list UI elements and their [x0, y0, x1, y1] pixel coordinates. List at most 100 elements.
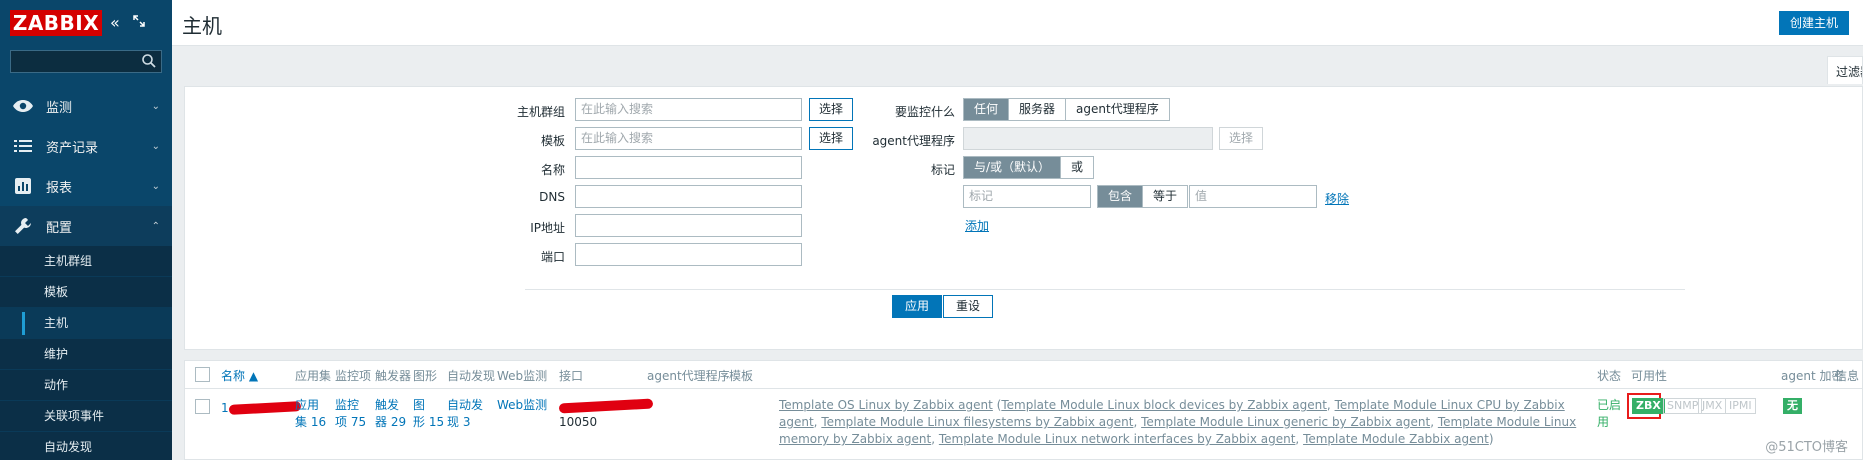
col-applications: 应用集	[295, 369, 332, 383]
col-discovery: 自动发现	[447, 369, 496, 383]
ip-input[interactable]	[575, 214, 802, 237]
monitored-by-any[interactable]: 任何	[964, 99, 1010, 120]
col-templates: 模板	[729, 369, 754, 383]
tag-logic-or[interactable]: 或	[1061, 157, 1094, 178]
web-link[interactable]: Web监测	[497, 397, 547, 414]
discovery-line2: 现 3	[447, 415, 471, 429]
tag-operator-contains[interactable]: 包含	[1098, 186, 1144, 207]
select-all-checkbox[interactable]	[195, 367, 210, 382]
template-link[interactable]: Template Module Linux network interfaces…	[939, 432, 1296, 446]
apps-line2: 集 16	[295, 415, 327, 429]
dns-input[interactable]	[575, 185, 802, 208]
menu-label: 资产记录	[46, 140, 99, 156]
dns-label: DNS	[539, 190, 565, 204]
eye-icon	[12, 97, 34, 115]
items-line2: 项 75	[335, 415, 367, 429]
logo-row: ZABBIX «	[0, 0, 172, 48]
tag-logic-and-or[interactable]: 与/或（默认）	[964, 157, 1062, 178]
template-link[interactable]: Template Module Linux generic by Zabbix …	[1141, 415, 1430, 429]
create-host-button[interactable]: 创建主机	[1778, 11, 1849, 35]
template-link[interactable]: Template Module Linux block devices by Z…	[1001, 398, 1327, 412]
tag-operator-toggle: 包含 等于	[1097, 185, 1189, 208]
header-divider	[185, 388, 1862, 389]
availability-snmp-badge: SNMP	[1663, 398, 1703, 414]
submenu-host-groups[interactable]: 主机群组	[0, 246, 172, 277]
triggers-line1: 触发	[375, 398, 400, 412]
chevron-down-icon: ⌄	[151, 100, 160, 112]
menu-item-configuration[interactable]: 配置 ⌃	[0, 206, 172, 246]
status-enabled[interactable]: 已启 用	[1597, 397, 1621, 431]
items-link[interactable]: 监控 项 75	[335, 397, 366, 431]
submenu-event-correlation[interactable]: 关联项事件	[0, 401, 172, 432]
name-input[interactable]	[575, 156, 802, 179]
submenu-discovery[interactable]: 自动发现	[0, 432, 172, 460]
triggers-line2: 器 29	[375, 415, 407, 429]
redacted-host-name	[228, 401, 302, 415]
apply-filter-button[interactable]: 应用	[892, 295, 943, 318]
zabbix-logo[interactable]: ZABBIX	[10, 10, 102, 36]
redacted-interface-ip	[558, 398, 654, 414]
watermark: @51CTO博客	[1765, 440, 1848, 455]
col-availability: 可用性	[1631, 369, 1668, 383]
template-link[interactable]: Template Module Linux filesystems by Zab…	[821, 415, 1133, 429]
kiosk-mode-icon[interactable]	[132, 13, 146, 32]
row-checkbox[interactable]	[195, 399, 210, 414]
template-input[interactable]: 在此输入搜索	[575, 127, 802, 150]
items-line1: 监控	[335, 398, 360, 412]
discovery-line1: 自动发	[447, 398, 484, 412]
filter-tab[interactable]: 过滤器	[1827, 56, 1863, 84]
collapse-sidebar-icon[interactable]: «	[110, 13, 120, 32]
ip-label: IP地址	[530, 221, 565, 235]
apps-line1: 应用	[295, 398, 320, 412]
tags-label: 标记	[930, 163, 955, 177]
monitored-by-server[interactable]: 服务器	[1009, 99, 1067, 120]
template-link[interactable]: Template OS Linux by Zabbix agent	[779, 398, 993, 412]
submenu-hosts[interactable]: 主机	[0, 308, 172, 339]
host-name-link[interactable]: 1	[221, 400, 229, 417]
submenu-actions[interactable]: 动作	[0, 370, 172, 401]
template-link[interactable]: Template Module Zabbix agent	[1303, 432, 1489, 446]
proxy-label: agent代理程序	[872, 134, 955, 148]
status-line2: 用	[1597, 415, 1610, 429]
menu-item-monitoring[interactable]: 监测 ⌄	[0, 86, 172, 126]
filter-divider	[525, 289, 1685, 290]
port-input[interactable]	[575, 243, 802, 266]
reset-filter-button[interactable]: 重设	[943, 295, 994, 318]
tag-name-input[interactable]: 标记	[963, 185, 1091, 208]
menu-item-reports[interactable]: 报表 ⌄	[0, 166, 172, 206]
menu-label: 配置	[46, 220, 73, 236]
search-icon[interactable]	[141, 53, 157, 69]
applications-link[interactable]: 应用 集 16	[295, 397, 326, 431]
col-info: 信息	[1835, 369, 1860, 383]
graphs-line2: 形 15	[413, 415, 445, 429]
tag-remove-link[interactable]: 移除	[1325, 190, 1349, 207]
tag-add-link[interactable]: 添加	[965, 217, 989, 234]
submenu-maintenance[interactable]: 维护	[0, 339, 172, 370]
page-title: 主机	[182, 14, 222, 38]
port-label: 端口	[540, 250, 565, 264]
chevron-down-icon: ⌄	[151, 140, 160, 152]
availability-ipmi-badge: IPMI	[1725, 398, 1756, 414]
col-status: 状态	[1597, 369, 1622, 383]
col-name[interactable]: 名称 ▲	[221, 367, 258, 384]
hosts-table: 名称 ▲ 应用集 监控项 触发器 图形 自动发现 Web监测 接口 agent代…	[184, 360, 1863, 460]
page-header: 主机 创建主机	[172, 0, 1863, 46]
list-icon	[12, 137, 34, 155]
sidebar-search-input[interactable]	[10, 50, 162, 73]
graphs-link[interactable]: 图 形 15	[413, 397, 444, 431]
triggers-link[interactable]: 触发 器 29	[375, 397, 406, 431]
menu-label: 报表	[46, 180, 73, 196]
tag-operator-equals[interactable]: 等于	[1143, 186, 1188, 207]
name-label: 名称	[540, 163, 565, 177]
sidebar: ZABBIX « 监测 ⌄ 资产记录 ⌄ 报表 ⌄ 配置 ⌃ 主机群组 模板 主…	[0, 0, 172, 460]
menu-label: 监测	[46, 100, 73, 116]
col-graphs: 图形	[413, 369, 438, 383]
menu-item-inventory[interactable]: 资产记录 ⌄	[0, 126, 172, 166]
tag-value-input[interactable]: 值	[1189, 185, 1317, 208]
monitored-by-proxy[interactable]: agent代理程序	[1066, 99, 1169, 120]
discovery-link[interactable]: 自动发 现 3	[447, 397, 483, 431]
host-group-input[interactable]: 在此输入搜索	[575, 98, 802, 121]
monitored-by-label: 要监控什么	[894, 105, 955, 119]
submenu-templates[interactable]: 模板	[0, 277, 172, 308]
col-web: Web监测	[497, 369, 548, 383]
